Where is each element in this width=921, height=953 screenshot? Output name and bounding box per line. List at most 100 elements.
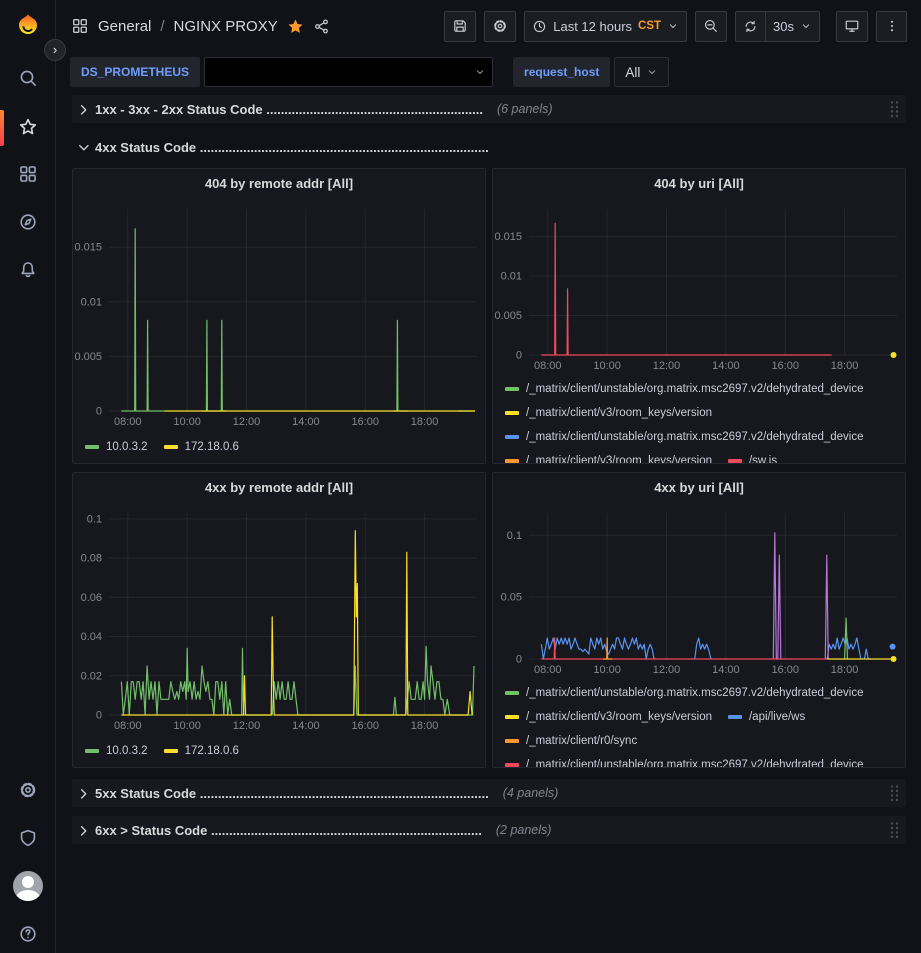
svg-text:16:00: 16:00 bbox=[771, 360, 799, 372]
legend-item[interactable]: /_matrix/client/v3/room_keys/version bbox=[505, 711, 712, 723]
row-drag-handle[interactable] bbox=[889, 784, 900, 802]
legend-item[interactable]: /api/live/ws bbox=[728, 711, 805, 723]
time-series-chart[interactable]: 00.0050.010.01508:0010:0012:0014:0016:00… bbox=[493, 197, 905, 373]
row-drag-handle[interactable] bbox=[889, 100, 900, 118]
variable-value-datasource-redacted[interactable] bbox=[204, 57, 493, 87]
drag-dots-icon bbox=[889, 100, 900, 118]
svg-text:18:00: 18:00 bbox=[831, 664, 859, 676]
legend-item[interactable]: 10.0.3.2 bbox=[85, 441, 148, 453]
time-series-chart[interactable]: 00.020.040.060.080.108:0010:0012:0014:00… bbox=[73, 501, 485, 733]
panel-title[interactable]: 404 by remote addr [All] bbox=[73, 169, 485, 197]
gear-icon bbox=[492, 18, 508, 34]
panel-404-by-remote-addr: 404 by remote addr [All] 00.0050.010.015… bbox=[72, 168, 486, 464]
sidebar-item-starred[interactable] bbox=[8, 107, 48, 147]
dashboard-row-1xx-3xx-2xx[interactable]: 1xx - 3xx - 2xx Status Code ............… bbox=[72, 95, 906, 123]
time-range-picker[interactable]: Last 12 hours CST bbox=[524, 11, 687, 42]
svg-text:0.01: 0.01 bbox=[81, 296, 102, 308]
sidebar: › bbox=[0, 0, 56, 953]
legend-item[interactable]: /_matrix/client/unstable/org.matrix.msc2… bbox=[505, 687, 864, 699]
apps-grid-icon bbox=[71, 17, 89, 35]
panel-title[interactable]: 404 by uri [All] bbox=[493, 169, 905, 197]
legend-label: 172.18.0.6 bbox=[185, 745, 239, 757]
sidebar-item-profile[interactable] bbox=[8, 866, 48, 906]
legend-swatch bbox=[728, 715, 742, 719]
sidebar-item-alerting[interactable] bbox=[8, 250, 48, 290]
breadcrumb-dashboard-title[interactable]: NGINX PROXY bbox=[174, 18, 278, 35]
chevron-down-icon bbox=[667, 20, 679, 32]
svg-text:0.06: 0.06 bbox=[81, 592, 102, 604]
legend-item[interactable]: /_matrix/client/unstable/org.matrix.msc2… bbox=[505, 383, 864, 395]
row-title: 5xx Status Code ........................… bbox=[95, 786, 489, 801]
legend-label: 10.0.3.2 bbox=[106, 745, 148, 757]
legend-item[interactable]: /_matrix/client/unstable/org.matrix.msc2… bbox=[505, 759, 864, 768]
legend-swatch bbox=[505, 435, 519, 439]
legend-item[interactable]: 10.0.3.2 bbox=[85, 745, 148, 757]
star-icon bbox=[18, 117, 38, 137]
legend-item[interactable]: /_matrix/client/v3/room_keys/version bbox=[505, 407, 712, 419]
refresh-interval-picker[interactable]: 30s bbox=[766, 11, 820, 42]
sidebar-item-search[interactable] bbox=[8, 58, 48, 98]
expand-sidebar-button[interactable]: › bbox=[44, 39, 66, 61]
sidebar-item-explore[interactable] bbox=[8, 202, 48, 242]
variable-value-request-host[interactable]: All bbox=[614, 57, 669, 87]
panel-404-by-uri: 404 by uri [All] 00.0050.010.01508:0010:… bbox=[492, 168, 906, 464]
monitor-icon bbox=[844, 18, 860, 34]
svg-text:18:00: 18:00 bbox=[411, 720, 439, 732]
time-series-chart[interactable]: 00.0050.010.01508:0010:0012:0014:0016:00… bbox=[73, 197, 485, 429]
panel-title[interactable]: 4xx by uri [All] bbox=[493, 473, 905, 501]
variable-label-datasource[interactable]: DS_PROMETHEUS bbox=[70, 57, 200, 87]
legend-row: /_matrix/client/r0/sync bbox=[505, 733, 905, 749]
sidebar-item-dashboards[interactable] bbox=[8, 154, 48, 194]
favorite-star-icon[interactable] bbox=[287, 18, 304, 35]
legend-label: /_matrix/client/v3/room_keys/version bbox=[526, 711, 712, 723]
dashboard-row-6xx[interactable]: 6xx > Status Code ......................… bbox=[72, 816, 906, 844]
compass-icon bbox=[18, 212, 38, 232]
legend-item[interactable]: /_matrix/client/unstable/org.matrix.msc2… bbox=[505, 431, 864, 443]
zoom-out-time-button[interactable] bbox=[695, 11, 727, 42]
row-drag-handle[interactable] bbox=[889, 821, 900, 839]
grafana-logo[interactable] bbox=[13, 11, 43, 41]
refresh-button[interactable] bbox=[735, 11, 766, 42]
variable-selected-value: All bbox=[625, 65, 640, 80]
save-dashboard-button[interactable] bbox=[444, 11, 476, 42]
legend-swatch bbox=[505, 691, 519, 695]
svg-text:0.1: 0.1 bbox=[507, 530, 522, 542]
breadcrumb-folder[interactable]: General bbox=[98, 18, 151, 35]
share-icon[interactable] bbox=[313, 18, 330, 35]
legend-item[interactable]: /sw.js bbox=[728, 455, 777, 464]
legend-row: /_matrix/client/v3/room_keys/version bbox=[505, 405, 905, 421]
legend-item[interactable]: 172.18.0.6 bbox=[164, 745, 239, 757]
dashboard-row-4xx[interactable]: 4xx Status Code ........................… bbox=[72, 133, 906, 161]
help-icon bbox=[18, 924, 38, 944]
legend-label: 172.18.0.6 bbox=[185, 441, 239, 453]
sidebar-item-configuration[interactable] bbox=[8, 770, 48, 810]
row-panel-count: (6 panels) bbox=[497, 102, 553, 116]
sidebar-item-server-admin[interactable] bbox=[8, 818, 48, 858]
legend-item[interactable]: /_matrix/client/r0/sync bbox=[505, 735, 637, 747]
chevron-right-icon bbox=[76, 823, 91, 838]
panel-title[interactable]: 4xx by remote addr [All] bbox=[73, 473, 485, 501]
legend-swatch bbox=[505, 763, 519, 767]
svg-text:18:00: 18:00 bbox=[831, 360, 859, 372]
legend-row: /_matrix/client/unstable/org.matrix.msc2… bbox=[505, 429, 905, 445]
svg-text:0.04: 0.04 bbox=[81, 631, 102, 643]
drag-dots-icon bbox=[889, 821, 900, 839]
sidebar-item-help[interactable] bbox=[8, 914, 48, 953]
svg-text:16:00: 16:00 bbox=[771, 664, 799, 676]
cycle-view-mode-button[interactable] bbox=[836, 11, 868, 42]
variable-label-request-host[interactable]: request_host bbox=[513, 57, 610, 87]
timezone-label: CST bbox=[638, 20, 661, 32]
time-series-chart[interactable]: 00.050.108:0010:0012:0014:0016:0018:00 bbox=[493, 501, 905, 677]
legend-item[interactable]: 172.18.0.6 bbox=[164, 441, 239, 453]
grafana-logo-icon bbox=[13, 11, 43, 41]
svg-text:14:00: 14:00 bbox=[292, 416, 320, 428]
user-avatar bbox=[13, 871, 43, 901]
kebab-menu-icon bbox=[885, 18, 899, 34]
legend-item[interactable]: /_matrix/client/v3/room_keys/version bbox=[505, 455, 712, 464]
more-options-button[interactable] bbox=[876, 11, 907, 42]
dashboard-settings-button[interactable] bbox=[484, 11, 516, 42]
legend-swatch bbox=[164, 749, 178, 753]
search-icon bbox=[18, 68, 38, 88]
legend-row: /_matrix/client/unstable/org.matrix.msc2… bbox=[505, 685, 905, 701]
dashboard-row-5xx[interactable]: 5xx Status Code ........................… bbox=[72, 779, 906, 807]
